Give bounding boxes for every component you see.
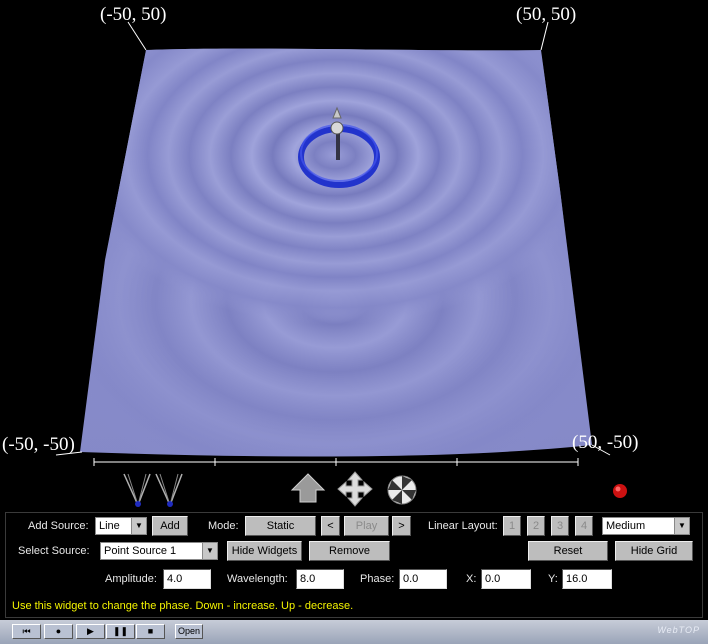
mode-label: Mode: [208, 520, 239, 532]
x-label: X: [466, 573, 477, 585]
wave-viewport[interactable]: (-50, 50) (50, 50) (-50, -50) (50, -50) [0, 0, 708, 510]
play-button[interactable]: Play [344, 516, 389, 536]
mode-button[interactable]: Static [245, 516, 316, 536]
remove-button[interactable]: Remove [309, 541, 390, 561]
layout-button-3[interactable]: 3 [551, 516, 569, 536]
prev-button[interactable]: < [321, 516, 340, 536]
play-recording-button[interactable]: ▶ [76, 624, 105, 639]
control-row-2: Select Source: Point Source 1 ▼ Hide Widg… [5, 541, 703, 565]
corner-label-bottom-right: (50, -50) [572, 432, 639, 453]
chevron-down-icon[interactable]: ▼ [131, 518, 146, 534]
pause-button[interactable]: ❚❚ [106, 624, 135, 639]
add-source-select[interactable]: Line ▼ [95, 517, 147, 535]
amplitude-label: Amplitude: [105, 573, 157, 585]
y-label: Y: [548, 573, 558, 585]
y-input[interactable]: 16.0 [562, 569, 612, 589]
wave-surface[interactable] [35, 0, 635, 500]
control-panel: Add Source: Line ▼ Add Mode: Static < Pla… [5, 512, 703, 618]
add-source-value: Line [99, 520, 120, 532]
next-button[interactable]: > [392, 516, 411, 536]
record-button[interactable]: ● [44, 624, 73, 639]
webtop-logo: WebTOP [657, 625, 700, 635]
stop-button[interactable]: ■ [136, 624, 165, 639]
pan-icon[interactable] [337, 471, 373, 507]
chevron-down-icon[interactable]: ▼ [674, 518, 689, 534]
reset-button[interactable]: Reset [528, 541, 608, 561]
corner-label-top-left: (-50, 50) [100, 4, 167, 25]
select-source-value: Point Source 1 [104, 545, 177, 557]
x-input[interactable]: 0.0 [481, 569, 531, 589]
quality-select[interactable]: Medium ▼ [602, 517, 690, 535]
rotate-icon[interactable] [387, 475, 417, 505]
player-bar: ⏮ ● ▶ ❚❚ ■ Open WebTOP [0, 620, 708, 644]
control-row-3: Amplitude: 4.0 Wavelength: 8.0 Phase: 0.… [5, 569, 703, 593]
rewind-button[interactable]: ⏮ [12, 624, 41, 639]
linear-layout-label: Linear Layout: [428, 520, 498, 532]
wavelength-input[interactable]: 8.0 [296, 569, 344, 589]
layout-button-4[interactable]: 4 [575, 516, 593, 536]
corner-label-bottom-left: (-50, -50) [2, 434, 75, 455]
layout-button-2[interactable]: 2 [527, 516, 545, 536]
phase-label: Phase: [360, 573, 395, 585]
quality-value: Medium [606, 520, 646, 532]
select-source-label: Select Source: [18, 545, 90, 557]
line-source-icon[interactable] [155, 473, 183, 507]
wavelength-label: Wavelength: [227, 573, 288, 585]
chevron-down-icon[interactable]: ▼ [202, 543, 217, 559]
add-button[interactable]: Add [152, 516, 188, 536]
corner-label-top-right: (50, 50) [516, 4, 577, 25]
record-icon[interactable] [613, 484, 627, 498]
hint-text: Use this widget to change the phase. Dow… [12, 600, 354, 612]
layout-button-1[interactable]: 1 [503, 516, 521, 536]
amplitude-input[interactable]: 4.0 [163, 569, 211, 589]
hide-grid-button[interactable]: Hide Grid [615, 541, 693, 561]
hide-widgets-button[interactable]: Hide Widgets [227, 541, 302, 561]
add-source-label: Add Source: [28, 520, 89, 532]
open-button[interactable]: Open [175, 624, 203, 639]
phase-input[interactable]: 0.0 [399, 569, 447, 589]
line-source-icon[interactable] [123, 473, 151, 507]
select-source-select[interactable]: Point Source 1 ▼ [100, 542, 218, 560]
elevate-icon[interactable] [290, 473, 326, 503]
control-row-1: Add Source: Line ▼ Add Mode: Static < Pla… [5, 516, 703, 540]
